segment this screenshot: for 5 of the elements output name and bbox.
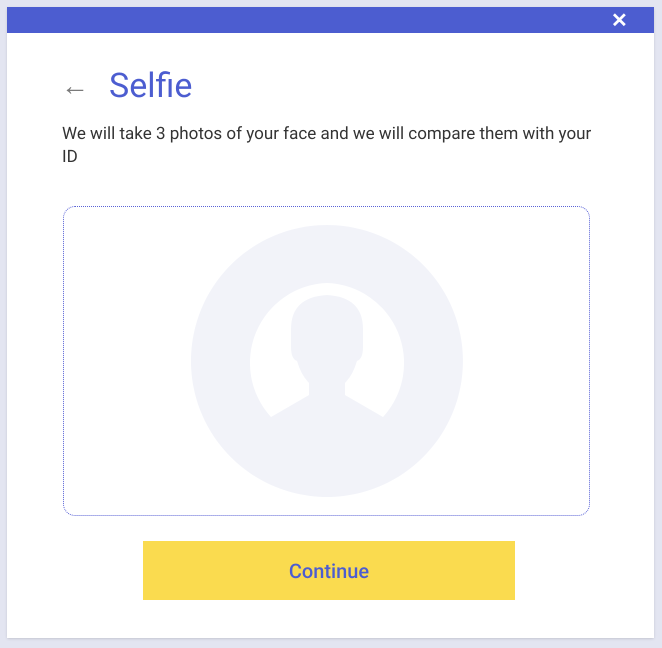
- description-text: We will take 3 photos of your face and we will compare them with your ID: [62, 123, 592, 169]
- close-button[interactable]: ✕: [611, 10, 628, 30]
- page-title: Selfie: [109, 69, 192, 103]
- continue-button[interactable]: Continue: [143, 541, 515, 600]
- back-button[interactable]: ←: [61, 72, 89, 100]
